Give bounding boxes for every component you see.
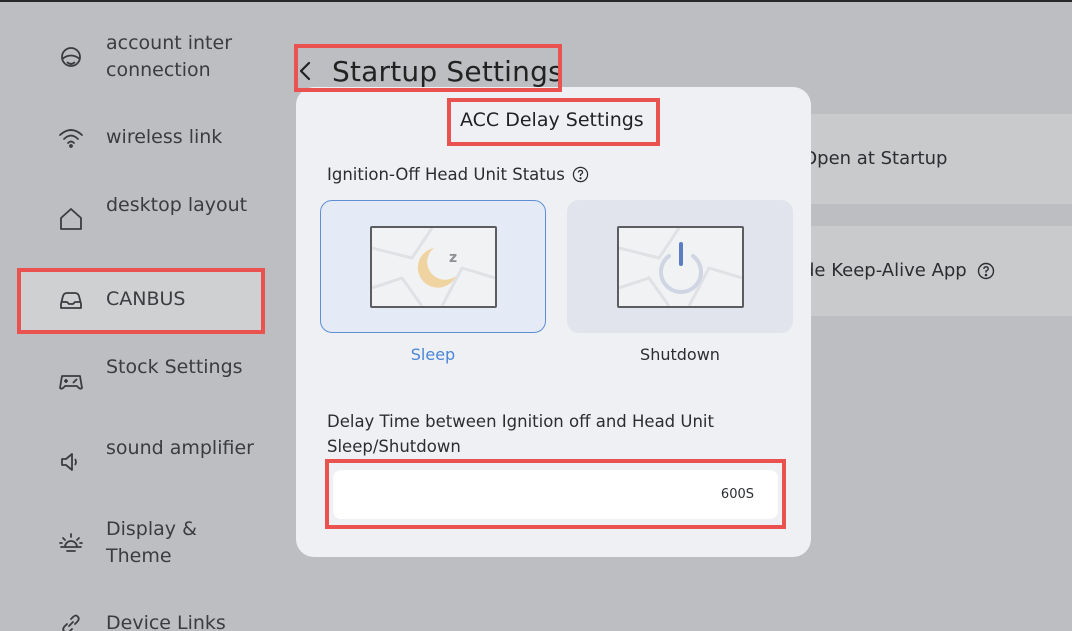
sun-icon [58, 530, 84, 556]
delay-time-label: Delay Time between Ignition off and Head… [327, 412, 714, 456]
sidebar-item-label: Device Links [106, 612, 226, 631]
status-section-label: Ignition-Off Head Unit Status [327, 165, 589, 184]
link-icon [58, 611, 84, 631]
sleep-option-label[interactable]: Sleep [320, 345, 546, 364]
sleep-option-card[interactable]: z [320, 200, 546, 333]
sidebar-item-label: desktop layout [106, 194, 248, 216]
account-link-icon [58, 44, 84, 70]
page-header: Startup Settings [298, 50, 563, 92]
chevron-left-icon[interactable] [298, 59, 318, 83]
sidebar-item-stock-settings[interactable]: Stock Settings [18, 354, 264, 408]
page-title: Startup Settings [332, 54, 563, 88]
screen-illustration [616, 225, 744, 308]
wifi-icon [58, 125, 84, 151]
sidebar-item-sound-amplifier[interactable]: sound amplifier [18, 435, 264, 489]
keep-alive-app-label: de Keep-Alive App [803, 260, 967, 281]
shutdown-option-card[interactable] [567, 200, 793, 333]
top-border [0, 0, 1072, 2]
moon-icon: z [371, 227, 495, 306]
shutdown-option-label[interactable]: Shutdown [567, 345, 793, 364]
sidebar-item-wireless-link[interactable]: wireless link [18, 124, 264, 152]
sidebar-item-canbus[interactable]: CANBUS [18, 268, 264, 332]
svg-text:z: z [449, 250, 457, 266]
help-icon[interactable] [572, 166, 589, 183]
sidebar-item-account-interconnection[interactable]: account inter connection [18, 30, 264, 84]
status-label-text: Ignition-Off Head Unit Status [327, 165, 565, 184]
keep-alive-app-label-wrap: de Keep-Alive App [803, 260, 995, 281]
sidebar-item-label: wireless link [106, 126, 223, 148]
sidebar-item-desktop-layout[interactable]: desktop layout [18, 192, 264, 246]
home-icon [58, 206, 84, 232]
sidebar-item-label: Display & Theme [106, 518, 197, 567]
sidebar-item-label: Stock Settings [106, 356, 243, 378]
help-icon[interactable] [977, 262, 995, 280]
sidebar-item-display-theme[interactable]: Display & Theme [18, 516, 264, 570]
open-at-startup-label: Open at Startup [803, 148, 948, 169]
gamepad-icon [58, 368, 84, 394]
car-icon [58, 287, 84, 313]
sidebar-item-label: CANBUS [106, 288, 186, 310]
speaker-icon [58, 449, 84, 475]
sidebar-item-label: sound amplifier [106, 437, 254, 459]
sidebar-item-device-links[interactable]: Device Links [18, 610, 264, 631]
power-icon [618, 227, 742, 306]
acc-delay-dialog: ACC Delay Settings Ignition-Off Head Uni… [296, 87, 811, 557]
dialog-title: ACC Delay Settings [460, 109, 644, 131]
screen-illustration: z [369, 225, 497, 308]
sidebar-item-label: account inter connection [106, 32, 233, 81]
delay-time-input[interactable]: 600S [333, 470, 778, 519]
